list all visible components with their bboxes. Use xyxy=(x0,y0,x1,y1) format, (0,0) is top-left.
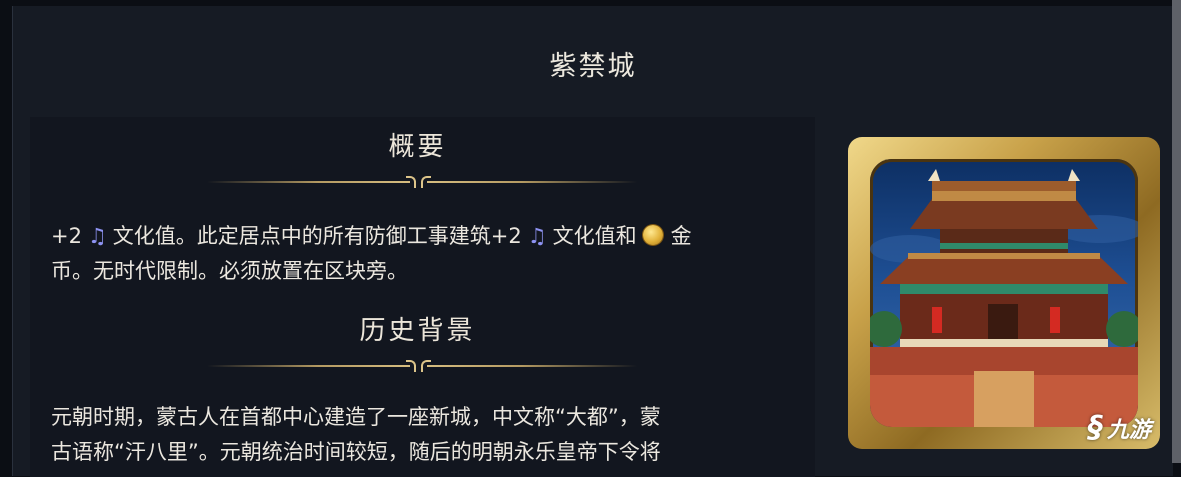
culture-note-icon: ♫ xyxy=(87,224,107,248)
forbidden-city-building-icon xyxy=(870,159,1138,427)
site-watermark: § 九游 xyxy=(1088,410,1181,465)
watermark-text: 九游 xyxy=(1107,418,1152,443)
panel-scrollbar[interactable] xyxy=(1172,0,1181,463)
description-panel: 概要 +2 ♫ 文化值。此定居点中的所有防御工事建筑+2 ♫ 文化值和金 币。无时代限制… xyxy=(30,117,815,477)
wonder-portrait-frame xyxy=(848,137,1160,449)
gold-coin-icon xyxy=(642,225,663,245)
history-heading: 历史背景 xyxy=(359,316,476,346)
summary-line-1: +2 ♫ 文化值。此定居点中的所有防御工事建筑+2 ♫ 文化值和金 xyxy=(51,219,692,254)
culture-note-icon: ♫ xyxy=(527,224,547,248)
summary-text-b: 文化值。此定居点中的所有防御工事建筑+2 xyxy=(112,224,522,248)
watermark-logo-icon: § xyxy=(1088,410,1103,445)
summary-text-c: 文化值和 xyxy=(552,224,637,248)
window-title: 紫禁城 xyxy=(549,51,637,82)
history-divider xyxy=(207,359,637,373)
summary-line-2: 币。无时代限制。必须放置在区块旁。 xyxy=(51,259,408,283)
history-line-1: 元朝时期，蒙古人在首都中心建造了一座新城，中文称“大都”，蒙 xyxy=(51,405,661,429)
summary-divider xyxy=(207,175,637,189)
panel-header: 紫禁城 xyxy=(13,6,1173,104)
history-line-2: 古语称“汗八里”。元朝统治时间较短，随后的明朝永乐皇帝下令将 xyxy=(51,440,661,464)
summary-text-a: +2 xyxy=(51,224,82,248)
summary-text-d: 金 xyxy=(670,224,692,248)
summary-heading: 概要 xyxy=(388,132,447,162)
